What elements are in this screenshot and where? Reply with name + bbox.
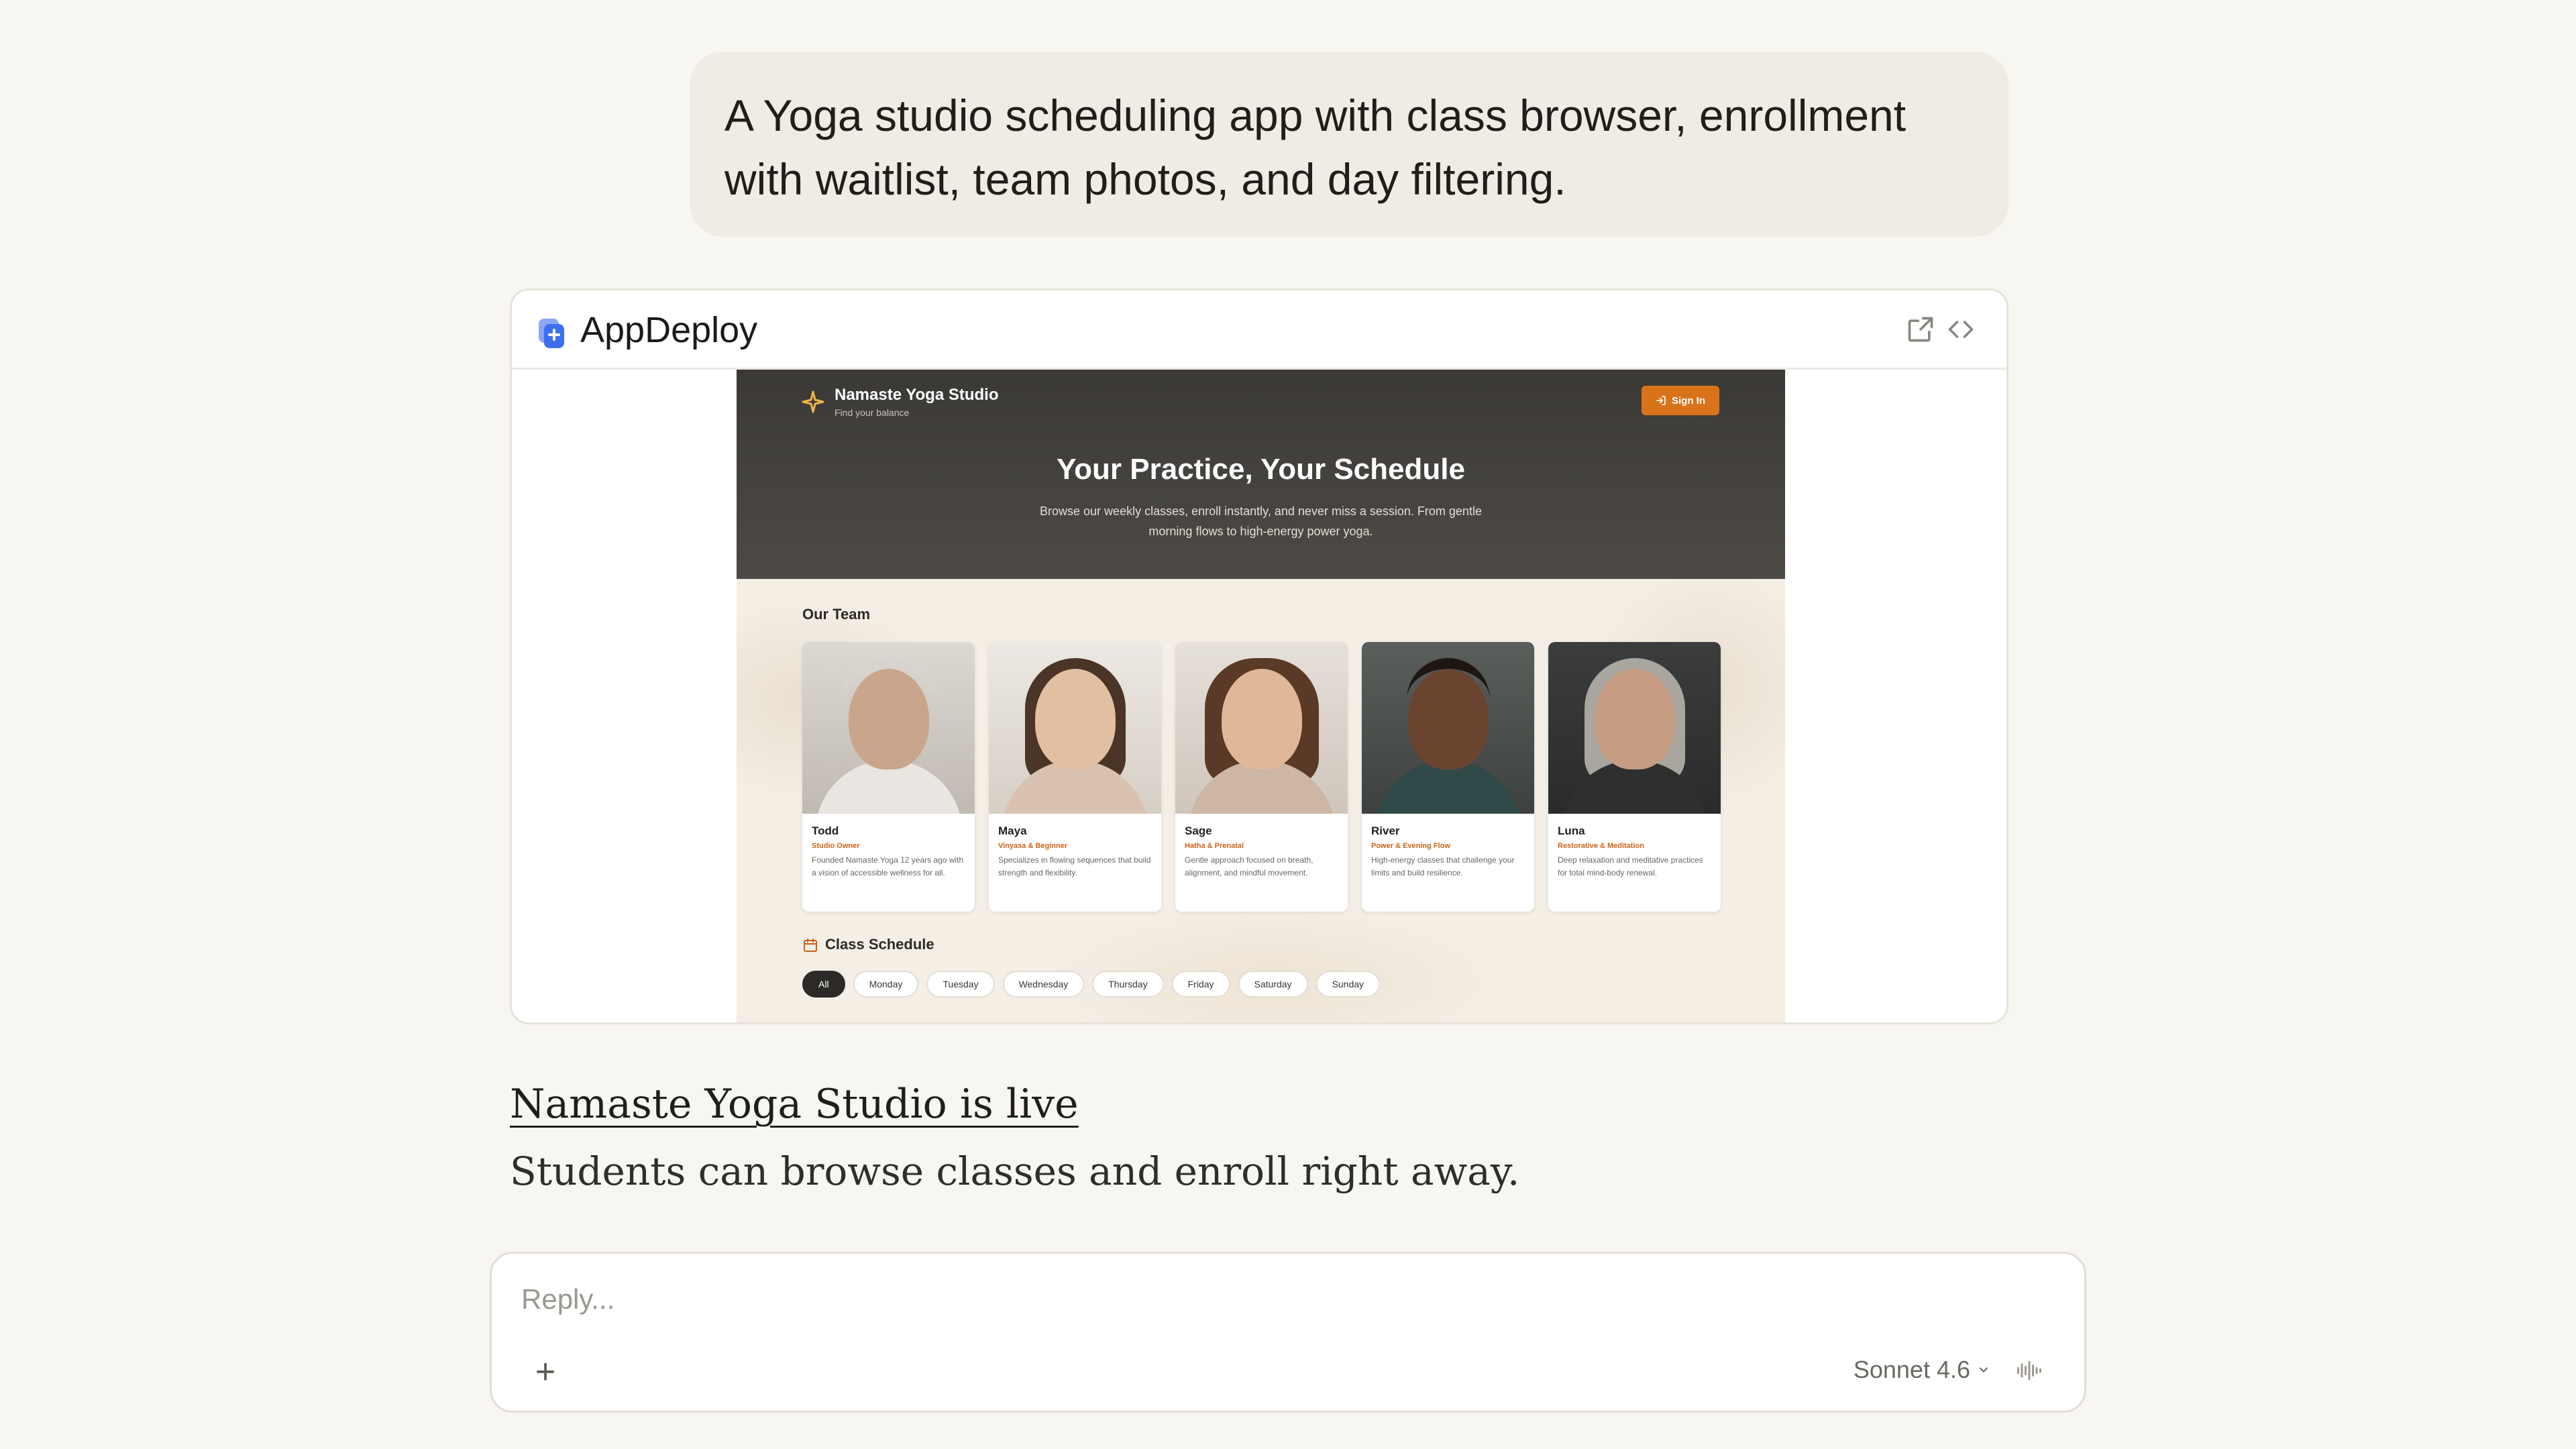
- team-photo: [1548, 642, 1721, 814]
- sign-in-icon: [1656, 396, 1666, 405]
- user-message-text: A Yoga studio scheduling app with class …: [724, 91, 1907, 204]
- reply-input[interactable]: [521, 1278, 1997, 1321]
- team-photo: [989, 642, 1161, 814]
- team-member-bio: High-energy classes that challenge your …: [1371, 855, 1515, 877]
- team-member-name: Luna: [1558, 824, 1585, 837]
- day-filter-monday[interactable]: Monday: [853, 971, 919, 998]
- hero-title: Your Practice, Your Schedule: [1057, 453, 1465, 486]
- user-message-bubble: A Yoga studio scheduling app with class …: [690, 52, 2008, 237]
- team-heading: Our Team: [802, 606, 871, 623]
- appdeploy-logo-icon: [539, 319, 564, 348]
- schedule-heading: Class Schedule: [825, 936, 934, 953]
- sign-in-label: Sign In: [1672, 394, 1705, 407]
- team-member-role: Studio Owner: [812, 842, 860, 850]
- team-member-bio: Founded Namaste Yoga 12 years ago with a…: [812, 855, 964, 877]
- assistant-reply-title[interactable]: Namaste Yoga Studio is live: [510, 1076, 1079, 1132]
- sign-in-button[interactable]: Sign In: [1642, 386, 1719, 415]
- voice-input-icon[interactable]: [2015, 1356, 2044, 1385]
- app-preview: Namaste Yoga Studio Find your balance Si…: [737, 370, 1785, 1022]
- team-section: Our Team Todd Studio Owner Founded Namas…: [737, 579, 1785, 1022]
- team-member-name: Todd: [812, 824, 839, 837]
- day-filter-saturday[interactable]: Saturday: [1238, 971, 1308, 998]
- brand-name: Namaste Yoga Studio: [835, 386, 999, 404]
- team-cards: Todd Studio Owner Founded Namaste Yoga 1…: [802, 642, 1721, 912]
- calendar-icon: [804, 938, 817, 952]
- hero-section: Namaste Yoga Studio Find your balance Si…: [737, 370, 1785, 579]
- team-member-bio: Deep relaxation and meditative practices…: [1558, 855, 1703, 877]
- team-photo: [1362, 642, 1534, 814]
- day-filter-thursday[interactable]: Thursday: [1092, 971, 1164, 998]
- team-card-river[interactable]: River Power & Evening Flow High-energy c…: [1362, 642, 1534, 912]
- assistant-reply-body: Students can browse classes and enroll r…: [510, 1148, 1520, 1194]
- artifact-card: AppDeploy Namaste Yoga Studio Find your …: [510, 288, 2008, 1024]
- model-name: Sonnet 4.6: [1853, 1356, 1970, 1383]
- team-member-name: Sage: [1185, 824, 1212, 837]
- team-member-role: Restorative & Meditation: [1558, 842, 1644, 850]
- artifact-header: AppDeploy: [512, 290, 2006, 370]
- day-filter-bar: All Monday Tuesday Wednesday Thursday Fr…: [802, 971, 1381, 998]
- team-member-role: Hatha & Prenatal: [1185, 842, 1244, 850]
- external-link-icon[interactable]: [1906, 315, 1935, 344]
- day-filter-sunday[interactable]: Sunday: [1316, 971, 1381, 998]
- team-card-todd[interactable]: Todd Studio Owner Founded Namaste Yoga 1…: [802, 642, 975, 912]
- team-card-sage[interactable]: Sage Hatha & Prenatal Gentle approach fo…: [1175, 642, 1348, 912]
- model-selector[interactable]: Sonnet 4.6: [1854, 1356, 1990, 1384]
- team-card-luna[interactable]: Luna Restorative & Meditation Deep relax…: [1548, 642, 1721, 912]
- team-member-role: Power & Evening Flow: [1371, 842, 1450, 850]
- team-member-bio: Specializes in flowing sequences that bu…: [998, 855, 1151, 877]
- brand-tagline: Find your balance: [835, 407, 910, 418]
- team-member-bio: Gentle approach focused on breath, align…: [1185, 855, 1313, 877]
- chevron-down-icon: [1979, 1367, 1988, 1373]
- hero-subtitle: Browse our weekly classes, enroll instan…: [1040, 504, 1482, 538]
- plus-icon: +: [535, 1352, 556, 1391]
- team-photo: [802, 642, 975, 814]
- team-member-name: Maya: [998, 824, 1027, 837]
- team-card-maya[interactable]: Maya Vinyasa & Beginner Specializes in f…: [989, 642, 1161, 912]
- artifact-title: AppDeploy: [580, 310, 758, 350]
- day-filter-wednesday[interactable]: Wednesday: [1002, 971, 1085, 998]
- code-icon[interactable]: [1946, 315, 1976, 344]
- team-photo: [1175, 642, 1348, 814]
- sparkle-icon: [802, 390, 824, 413]
- day-filter-friday[interactable]: Friday: [1171, 971, 1230, 998]
- reply-composer: + Sonnet 4.6: [490, 1252, 2086, 1413]
- add-attachment-button[interactable]: +: [527, 1353, 564, 1391]
- day-filter-all[interactable]: All: [802, 971, 845, 998]
- day-filter-tuesday[interactable]: Tuesday: [926, 971, 995, 998]
- team-member-role: Vinyasa & Beginner: [998, 842, 1068, 850]
- team-member-name: River: [1371, 824, 1400, 837]
